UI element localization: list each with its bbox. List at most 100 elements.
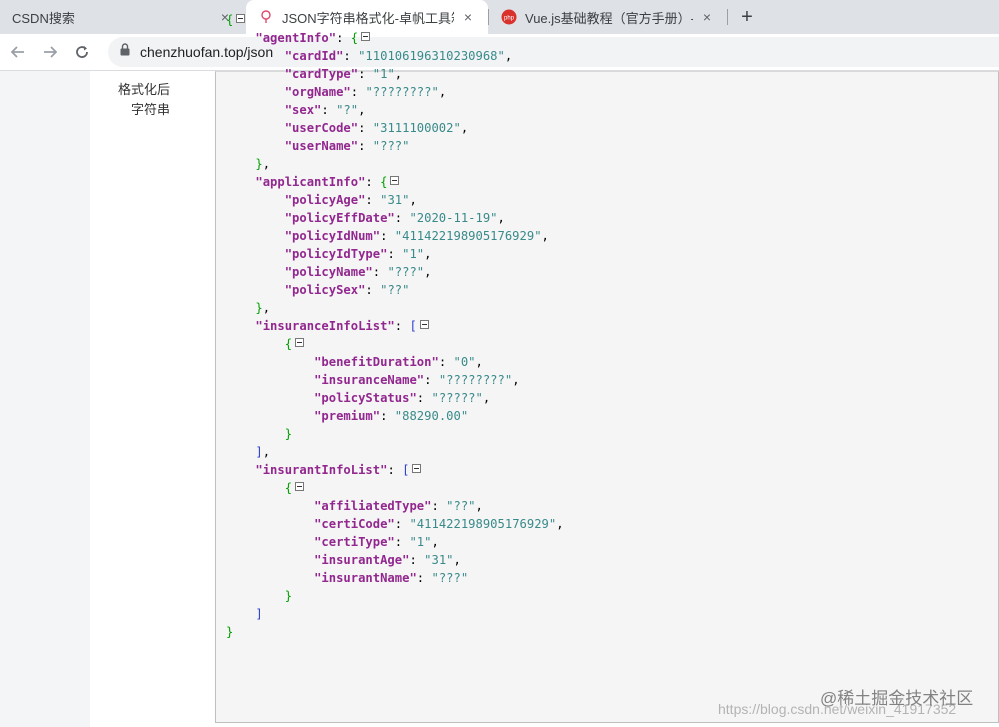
json-punct: : — [350, 85, 366, 99]
json-key: "policySex" — [284, 283, 366, 297]
json-key: "benefitDuration" — [314, 355, 439, 369]
json-key: "premium" — [314, 409, 381, 423]
reload-icon — [76, 46, 88, 58]
json-punct: , — [424, 265, 432, 279]
json-key: "applicantInfo" — [255, 175, 366, 189]
json-key: "insurantName" — [314, 571, 417, 585]
json-key: "insuranceName" — [314, 373, 425, 387]
json-key: "policyEffDate" — [284, 211, 395, 225]
left-margin-panel — [0, 71, 90, 727]
collapse-toggle-icon[interactable] — [295, 482, 305, 491]
json-key: "orgName" — [284, 85, 351, 99]
json-key: "certiType" — [314, 535, 395, 549]
json-line: { — [226, 479, 564, 497]
forward-arrow-icon — [44, 46, 58, 58]
json-punct: : — [321, 103, 337, 117]
json-value: "2020-11-19" — [409, 211, 498, 225]
json-line: "agentInfo": { — [226, 29, 564, 47]
json-value: "??" — [446, 499, 476, 513]
collapse-toggle-icon[interactable] — [419, 320, 429, 329]
json-value: "???" — [372, 139, 410, 153]
json-punct: , — [358, 103, 366, 117]
json-punct: { — [350, 31, 359, 45]
json-value: "???" — [387, 265, 425, 279]
json-value: "1" — [409, 535, 432, 549]
json-punct: , — [424, 247, 432, 261]
json-key: "certiCode" — [314, 517, 395, 531]
json-key: "insurantAge" — [314, 553, 410, 567]
json-value: "?????" — [431, 391, 483, 405]
back-button[interactable] — [4, 38, 32, 66]
json-punct: } — [255, 157, 263, 171]
json-punct: , — [475, 499, 483, 513]
json-line: } — [226, 425, 564, 443]
json-line: ], — [226, 443, 564, 461]
json-value: "????????" — [438, 373, 513, 387]
json-punct: } — [255, 301, 263, 315]
new-tab-button[interactable]: + — [737, 7, 757, 27]
json-punct: , — [431, 535, 439, 549]
json-key: "affiliatedType" — [314, 499, 432, 513]
json-line: "premium": "88290.00" — [226, 407, 564, 425]
json-line: "policyIdType": "1", — [226, 245, 564, 263]
close-icon[interactable]: × — [699, 9, 715, 25]
collapse-toggle-icon[interactable] — [390, 176, 400, 185]
tab-divider — [727, 9, 728, 25]
json-line: "certiType": "1", — [226, 533, 564, 551]
json-key: "userCode" — [284, 121, 359, 135]
tab-csdn-search[interactable]: CSDN搜索 × — [0, 0, 245, 34]
tab-title: CSDN搜索 — [12, 10, 75, 26]
watermark: @稀土掘金技术社区 — [820, 689, 974, 708]
json-punct: , — [460, 121, 469, 135]
json-punct: : — [365, 283, 381, 297]
json-punct: , — [541, 229, 549, 243]
json-punct: } — [284, 589, 293, 603]
json-punct: , — [453, 553, 461, 567]
json-line: "affiliatedType": "??", — [226, 497, 564, 515]
json-line: "applicantInfo": { — [226, 173, 564, 191]
json-line: "orgName": "????????", — [226, 83, 564, 101]
forward-button[interactable] — [36, 38, 64, 66]
json-line: ] — [226, 605, 564, 623]
json-key: "policyName" — [284, 265, 373, 279]
json-line: "insuranceName": "????????", — [226, 371, 564, 389]
json-punct: : — [394, 535, 410, 549]
json-punct: [ — [409, 319, 417, 333]
json-punct: : — [416, 391, 432, 405]
json-punct: } — [226, 625, 234, 639]
json-key: "userName" — [284, 139, 359, 153]
json-value: "1" — [372, 67, 395, 81]
json-value: "411422198905176929" — [394, 229, 542, 243]
json-value: "??" — [380, 283, 410, 297]
reload-button[interactable] — [68, 38, 96, 66]
json-key: "sex" — [284, 103, 322, 117]
json-value: "88290.00" — [394, 409, 469, 423]
json-punct: : — [380, 229, 395, 243]
json-key: "cardType" — [284, 67, 359, 81]
json-punct: , — [475, 355, 483, 369]
collapse-toggle-icon[interactable] — [295, 338, 305, 347]
json-value: "411422198905176929" — [409, 517, 557, 531]
json-line: "insurantInfoList": [ — [226, 461, 564, 479]
lock-icon[interactable] — [120, 43, 130, 61]
json-punct: } — [284, 427, 293, 441]
json-value: "31" — [380, 193, 410, 207]
json-line: "cardId": "110106196310230968", — [226, 47, 564, 65]
json-punct: { — [380, 175, 388, 189]
json-punct: , — [482, 391, 491, 405]
json-punct: , — [409, 193, 417, 207]
json-line: "insurantAge": "31", — [226, 551, 564, 569]
json-line: "userCode": "3111100002", — [226, 119, 564, 137]
json-punct: : — [394, 319, 410, 333]
json-key: "policyStatus" — [314, 391, 417, 405]
collapse-toggle-icon[interactable] — [361, 32, 371, 41]
json-value: "?" — [336, 103, 359, 117]
collapse-toggle-icon[interactable] — [412, 464, 422, 473]
json-punct: ] — [255, 445, 263, 459]
json-key: "insurantInfoList" — [255, 463, 388, 477]
json-punct: : — [358, 121, 373, 135]
json-punct: [ — [402, 463, 410, 477]
collapse-toggle-icon[interactable] — [236, 14, 246, 23]
json-code-view: { "agentInfo": { "cardId": "110106196310… — [226, 11, 564, 641]
json-value: "???" — [431, 571, 469, 585]
